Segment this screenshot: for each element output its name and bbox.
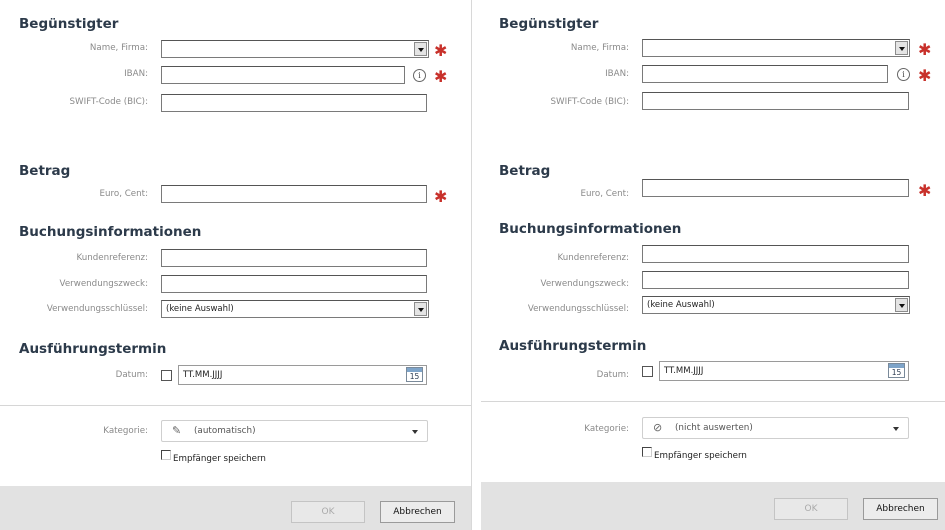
key-dropdown[interactable]: (keine Auswahl) [642,296,910,314]
beneficiary-heading: Begünstigter [19,16,119,32]
chevron-down-icon[interactable] [414,302,427,316]
date-placeholder: TT.MM.JJJJ [183,370,223,380]
name-label: Name, Firma: [570,43,629,53]
category-dropdown[interactable]: ✎ (automatisch) [161,420,428,442]
payment-form-left: Begünstigter Name, Firma: ✱ IBAN: i ✱ SW… [0,0,471,530]
name-label: Name, Firma: [89,43,148,53]
save-recipient-label[interactable]: Empfänger speichern [654,451,747,461]
category-value: (automatisch) [194,426,256,436]
customer-ref-label: Kundenreferenz: [557,253,630,263]
info-icon[interactable]: i [413,69,426,82]
chevron-down-icon[interactable] [895,41,908,55]
asterisk-icon: ✱ [434,41,448,60]
iban-label: IBAN: [124,69,148,79]
key-dropdown[interactable]: (keine Auswahl) [161,300,429,318]
key-label: Verwendungsschlüssel: [46,304,148,314]
calendar-icon[interactable]: 15 [888,363,905,378]
tag-crossed-icon: ⊘ [653,421,663,434]
amount-input[interactable] [161,185,427,203]
amount-heading: Betrag [499,163,551,179]
execution-heading: Ausführungstermin [19,341,167,357]
execution-heading: Ausführungstermin [499,338,647,354]
chevron-down-icon [412,430,418,434]
category-value: (nicht auswerten) [675,423,753,433]
swift-input[interactable] [642,92,909,110]
save-recipient-checkbox[interactable] [642,447,652,457]
chevron-down-icon[interactable] [414,42,427,56]
asterisk-icon: ✱ [918,40,932,59]
customer-ref-label: Kundenreferenz: [76,253,149,263]
info-icon[interactable]: i [897,68,910,81]
panel-divider [471,0,481,530]
ok-button[interactable]: OK [291,501,365,523]
euro-label: Euro, Cent: [99,189,148,199]
purpose-input[interactable] [642,271,909,289]
magic-wand-icon: ✎ [172,424,182,437]
date-input[interactable]: TT.MM.JJJJ 15 [659,361,909,381]
amount-input[interactable] [642,179,909,197]
asterisk-icon: ✱ [434,67,448,86]
swift-label: SWIFT-Code (BIC): [69,97,148,107]
date-checkbox[interactable] [642,366,653,377]
amount-heading: Betrag [19,163,71,179]
iban-label: IBAN: [605,69,629,79]
save-recipient-checkbox[interactable] [161,450,171,460]
iban-input[interactable] [642,65,888,83]
category-label: Kategorie: [584,424,629,434]
date-checkbox[interactable] [161,370,172,381]
booking-heading: Buchungsinformationen [19,224,202,240]
payment-form-right: Begünstigter Name, Firma: ✱ IBAN: i ✱ SW… [481,0,945,530]
date-label: Datum: [115,370,148,380]
section-divider [0,405,471,406]
key-value: (keine Auswahl) [647,300,715,310]
iban-input[interactable] [161,66,405,84]
chevron-down-icon[interactable] [895,298,908,312]
purpose-input[interactable] [161,275,427,293]
category-label: Kategorie: [103,426,148,436]
customer-ref-input[interactable] [642,245,909,263]
footer-bar: OK Abbrechen [0,486,471,530]
section-divider [481,401,945,402]
purpose-label: Verwendungszweck: [540,279,629,289]
beneficiary-heading: Begünstigter [499,16,599,32]
calendar-icon[interactable]: 15 [406,367,423,382]
category-dropdown[interactable]: ⊘ (nicht auswerten) [642,417,909,439]
customer-ref-input[interactable] [161,249,427,267]
purpose-label: Verwendungszweck: [59,279,148,289]
asterisk-icon: ✱ [918,181,932,200]
date-placeholder: TT.MM.JJJJ [664,366,704,376]
date-input[interactable]: TT.MM.JJJJ 15 [178,365,427,385]
save-recipient-label[interactable]: Empfänger speichern [173,454,266,464]
key-label: Verwendungsschlüssel: [527,304,629,314]
ok-button[interactable]: OK [774,498,848,520]
asterisk-icon: ✱ [434,187,448,206]
chevron-down-icon [893,427,899,431]
swift-label: SWIFT-Code (BIC): [550,97,629,107]
cancel-button[interactable]: Abbrechen [863,498,938,520]
cancel-button[interactable]: Abbrechen [380,501,455,523]
euro-label: Euro, Cent: [580,189,629,199]
swift-input[interactable] [161,94,427,112]
name-dropdown[interactable] [642,39,910,57]
booking-heading: Buchungsinformationen [499,221,682,237]
footer-bar: OK Abbrechen [481,482,945,530]
name-dropdown[interactable] [161,40,429,58]
date-label: Datum: [596,370,629,380]
key-value: (keine Auswahl) [166,304,234,314]
asterisk-icon: ✱ [918,66,932,85]
